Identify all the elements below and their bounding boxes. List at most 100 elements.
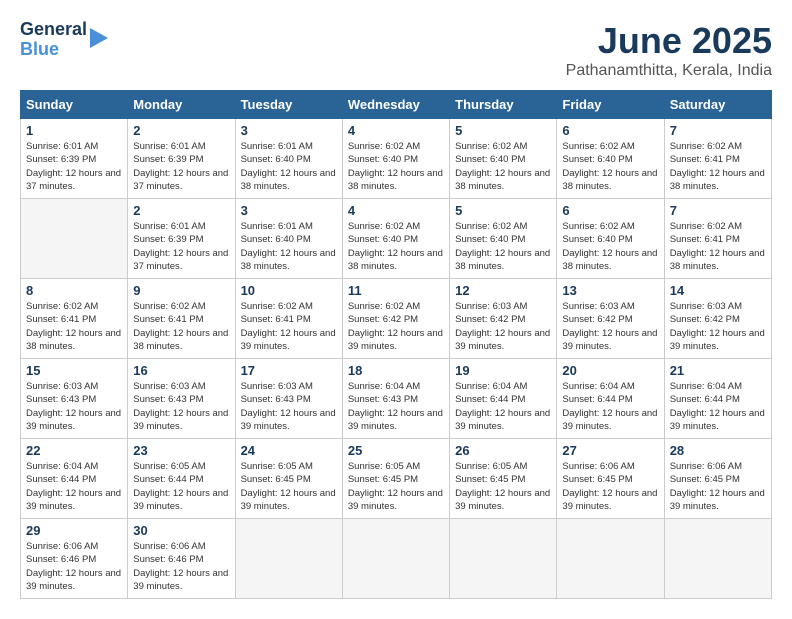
day-number: 18 <box>348 363 444 378</box>
table-row: 7 Sunrise: 6:02 AM Sunset: 6:41 PM Dayli… <box>664 119 771 199</box>
daylight-text: Daylight: 12 hours and 38 minutes. <box>133 328 228 352</box>
table-row: 23 Sunrise: 6:05 AM Sunset: 6:44 PM Dayl… <box>128 439 235 519</box>
table-row: 8 Sunrise: 6:02 AM Sunset: 6:41 PM Dayli… <box>21 279 128 359</box>
day-number: 21 <box>670 363 766 378</box>
sunset-text: Sunset: 6:41 PM <box>26 314 96 325</box>
sunset-text: Sunset: 6:42 PM <box>670 314 740 325</box>
table-row: 19 Sunrise: 6:04 AM Sunset: 6:44 PM Dayl… <box>450 359 557 439</box>
calendar-week-row: 1 Sunrise: 6:01 AM Sunset: 6:39 PM Dayli… <box>21 119 772 199</box>
day-info: Sunrise: 6:04 AM Sunset: 6:44 PM Dayligh… <box>26 460 122 513</box>
daylight-text: Daylight: 12 hours and 39 minutes. <box>562 488 657 512</box>
day-info: Sunrise: 6:04 AM Sunset: 6:43 PM Dayligh… <box>348 380 444 433</box>
sunrise-text: Sunrise: 6:05 AM <box>348 461 420 472</box>
daylight-text: Daylight: 12 hours and 39 minutes. <box>670 328 765 352</box>
day-info: Sunrise: 6:05 AM Sunset: 6:45 PM Dayligh… <box>348 460 444 513</box>
sunset-text: Sunset: 6:44 PM <box>26 474 96 485</box>
table-row: 2 Sunrise: 6:01 AM Sunset: 6:39 PM Dayli… <box>128 199 235 279</box>
table-row: 9 Sunrise: 6:02 AM Sunset: 6:41 PM Dayli… <box>128 279 235 359</box>
daylight-text: Daylight: 12 hours and 37 minutes. <box>133 168 228 192</box>
daylight-text: Daylight: 12 hours and 39 minutes. <box>26 488 121 512</box>
table-row <box>450 519 557 599</box>
calendar-header-row: Sunday Monday Tuesday Wednesday Thursday… <box>21 91 772 119</box>
day-info: Sunrise: 6:02 AM Sunset: 6:41 PM Dayligh… <box>133 300 229 353</box>
sunrise-text: Sunrise: 6:05 AM <box>455 461 527 472</box>
table-row: 22 Sunrise: 6:04 AM Sunset: 6:44 PM Dayl… <box>21 439 128 519</box>
sunset-text: Sunset: 6:43 PM <box>26 394 96 405</box>
sunrise-text: Sunrise: 6:05 AM <box>133 461 205 472</box>
sunset-text: Sunset: 6:44 PM <box>455 394 525 405</box>
sunrise-text: Sunrise: 6:02 AM <box>348 221 420 232</box>
table-row: 1 Sunrise: 6:01 AM Sunset: 6:39 PM Dayli… <box>21 119 128 199</box>
day-number: 20 <box>562 363 658 378</box>
day-info: Sunrise: 6:04 AM Sunset: 6:44 PM Dayligh… <box>562 380 658 433</box>
sunrise-text: Sunrise: 6:02 AM <box>562 221 634 232</box>
sunrise-text: Sunrise: 6:03 AM <box>455 301 527 312</box>
table-row: 11 Sunrise: 6:02 AM Sunset: 6:42 PM Dayl… <box>342 279 449 359</box>
day-info: Sunrise: 6:03 AM Sunset: 6:43 PM Dayligh… <box>241 380 337 433</box>
day-number: 13 <box>562 283 658 298</box>
header-friday: Friday <box>557 91 664 119</box>
day-info: Sunrise: 6:02 AM Sunset: 6:41 PM Dayligh… <box>26 300 122 353</box>
header-monday: Monday <box>128 91 235 119</box>
day-info: Sunrise: 6:06 AM Sunset: 6:46 PM Dayligh… <box>26 540 122 593</box>
sunrise-text: Sunrise: 6:03 AM <box>241 381 313 392</box>
daylight-text: Daylight: 12 hours and 39 minutes. <box>455 328 550 352</box>
day-info: Sunrise: 6:06 AM Sunset: 6:45 PM Dayligh… <box>562 460 658 513</box>
day-number: 29 <box>26 523 122 538</box>
day-info: Sunrise: 6:02 AM Sunset: 6:40 PM Dayligh… <box>348 220 444 273</box>
sunrise-text: Sunrise: 6:06 AM <box>670 461 742 472</box>
sunset-text: Sunset: 6:43 PM <box>348 394 418 405</box>
sunrise-text: Sunrise: 6:06 AM <box>562 461 634 472</box>
table-row: 28 Sunrise: 6:06 AM Sunset: 6:45 PM Dayl… <box>664 439 771 519</box>
sunset-text: Sunset: 6:44 PM <box>133 474 203 485</box>
day-number: 6 <box>562 123 658 138</box>
sunset-text: Sunset: 6:44 PM <box>562 394 632 405</box>
table-row: 2 Sunrise: 6:01 AM Sunset: 6:39 PM Dayli… <box>128 119 235 199</box>
day-number: 10 <box>241 283 337 298</box>
sunrise-text: Sunrise: 6:04 AM <box>455 381 527 392</box>
day-number: 28 <box>670 443 766 458</box>
table-row: 6 Sunrise: 6:02 AM Sunset: 6:40 PM Dayli… <box>557 199 664 279</box>
header-thursday: Thursday <box>450 91 557 119</box>
sunset-text: Sunset: 6:42 PM <box>455 314 525 325</box>
sunset-text: Sunset: 6:44 PM <box>670 394 740 405</box>
table-row: 4 Sunrise: 6:02 AM Sunset: 6:40 PM Dayli… <box>342 119 449 199</box>
day-number: 12 <box>455 283 551 298</box>
table-row: 30 Sunrise: 6:06 AM Sunset: 6:46 PM Dayl… <box>128 519 235 599</box>
sunset-text: Sunset: 6:45 PM <box>241 474 311 485</box>
day-number: 7 <box>670 203 766 218</box>
table-row: 27 Sunrise: 6:06 AM Sunset: 6:45 PM Dayl… <box>557 439 664 519</box>
day-info: Sunrise: 6:06 AM Sunset: 6:46 PM Dayligh… <box>133 540 229 593</box>
logo-blue: Blue <box>20 40 87 60</box>
sunset-text: Sunset: 6:42 PM <box>348 314 418 325</box>
day-number: 2 <box>133 203 229 218</box>
day-info: Sunrise: 6:03 AM Sunset: 6:43 PM Dayligh… <box>133 380 229 433</box>
sunrise-text: Sunrise: 6:02 AM <box>455 221 527 232</box>
header-saturday: Saturday <box>664 91 771 119</box>
day-info: Sunrise: 6:03 AM Sunset: 6:42 PM Dayligh… <box>670 300 766 353</box>
day-number: 6 <box>562 203 658 218</box>
day-number: 5 <box>455 203 551 218</box>
sunset-text: Sunset: 6:46 PM <box>26 554 96 565</box>
calendar-week-row: 29 Sunrise: 6:06 AM Sunset: 6:46 PM Dayl… <box>21 519 772 599</box>
daylight-text: Daylight: 12 hours and 38 minutes. <box>348 248 443 272</box>
day-number: 15 <box>26 363 122 378</box>
day-number: 2 <box>133 123 229 138</box>
daylight-text: Daylight: 12 hours and 37 minutes. <box>26 168 121 192</box>
table-row: 14 Sunrise: 6:03 AM Sunset: 6:42 PM Dayl… <box>664 279 771 359</box>
day-number: 5 <box>455 123 551 138</box>
day-info: Sunrise: 6:03 AM Sunset: 6:43 PM Dayligh… <box>26 380 122 433</box>
day-info: Sunrise: 6:02 AM Sunset: 6:42 PM Dayligh… <box>348 300 444 353</box>
table-row: 13 Sunrise: 6:03 AM Sunset: 6:42 PM Dayl… <box>557 279 664 359</box>
sunrise-text: Sunrise: 6:03 AM <box>562 301 634 312</box>
day-number: 8 <box>26 283 122 298</box>
daylight-text: Daylight: 12 hours and 38 minutes. <box>670 168 765 192</box>
title-block: June 2025 Pathanamthitta, Kerala, India <box>566 20 772 80</box>
day-info: Sunrise: 6:04 AM Sunset: 6:44 PM Dayligh… <box>455 380 551 433</box>
sunrise-text: Sunrise: 6:01 AM <box>241 221 313 232</box>
sunrise-text: Sunrise: 6:03 AM <box>133 381 205 392</box>
daylight-text: Daylight: 12 hours and 39 minutes. <box>26 568 121 592</box>
day-info: Sunrise: 6:02 AM Sunset: 6:41 PM Dayligh… <box>670 220 766 273</box>
sunrise-text: Sunrise: 6:01 AM <box>241 141 313 152</box>
table-row: 20 Sunrise: 6:04 AM Sunset: 6:44 PM Dayl… <box>557 359 664 439</box>
